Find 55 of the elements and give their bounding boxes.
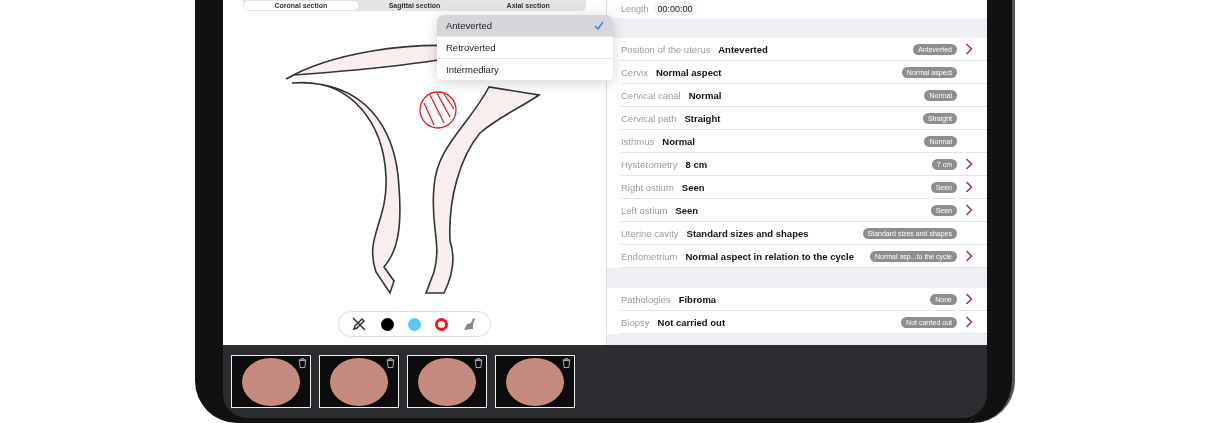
row-value: Normal <box>662 135 696 147</box>
row-label: Hysterometry <box>621 158 678 170</box>
color-swatch[interactable] <box>435 317 448 331</box>
menu-option[interactable]: Intermediary <box>437 59 613 81</box>
photo-placeholder <box>242 357 300 406</box>
row-value: Fibroma <box>678 293 718 305</box>
field-label: Length <box>621 4 649 14</box>
trash-icon[interactable] <box>474 358 483 368</box>
row-label: Cervical canal <box>621 89 681 101</box>
row-label: Biopsy <box>621 316 650 328</box>
photo-placeholder <box>330 357 388 406</box>
pencil-off-icon <box>351 316 367 332</box>
chevron-icon <box>965 204 973 216</box>
row-value: Seen <box>675 204 700 216</box>
checkmark-icon <box>594 21 604 30</box>
row-label: Right ostium <box>621 181 674 193</box>
trash-icon[interactable] <box>562 358 571 368</box>
row-value: Normal aspect in relation to the cycle <box>685 250 855 262</box>
row-label: Cervix <box>621 66 648 78</box>
row-value: Normal <box>688 89 723 101</box>
row-value: Straight <box>684 112 722 124</box>
color-swatch[interactable] <box>381 317 394 331</box>
color-swatch[interactable] <box>408 317 421 331</box>
image-thumbnail[interactable] <box>407 355 487 408</box>
chevron-icon <box>965 316 973 328</box>
row-value: Seen <box>681 181 706 193</box>
row-label: Pathologies <box>621 293 671 305</box>
chevron-icon <box>965 158 973 170</box>
image-thumbnail[interactable] <box>495 355 575 408</box>
photo-placeholder <box>418 357 476 406</box>
row-label: Isthmus <box>621 135 655 147</box>
row-label: Endometrium <box>621 250 678 262</box>
row-value: 8 cm <box>685 158 709 170</box>
image-thumbnail[interactable] <box>319 355 399 408</box>
chevron-icon <box>965 43 973 55</box>
image-thumbnail[interactable] <box>231 355 311 408</box>
row-value: Standard sizes and shapes <box>686 227 810 239</box>
trash-icon[interactable] <box>298 358 307 368</box>
row-value: Normal aspect <box>655 66 723 78</box>
duration-value: 00:00:00 <box>653 2 697 16</box>
chevron-icon <box>965 181 973 193</box>
photo-placeholder <box>506 357 564 406</box>
menu-option[interactable]: Anteverted <box>437 15 613 37</box>
row-label: Cervical path <box>621 112 677 124</box>
broom-icon <box>462 316 478 332</box>
menu-option[interactable]: Retroverted <box>437 37 613 59</box>
sketch-annotation <box>418 91 457 129</box>
row-value: Anteverted <box>718 43 769 55</box>
row-label: Left ostium <box>621 204 668 216</box>
chevron-icon <box>965 293 973 305</box>
chevron-icon <box>965 250 973 262</box>
row-label: Position of the uterus <box>621 43 711 55</box>
trash-icon[interactable] <box>386 358 395 368</box>
row-label: Uterine cavity <box>621 227 679 239</box>
row-value: Not carried out <box>657 316 727 328</box>
